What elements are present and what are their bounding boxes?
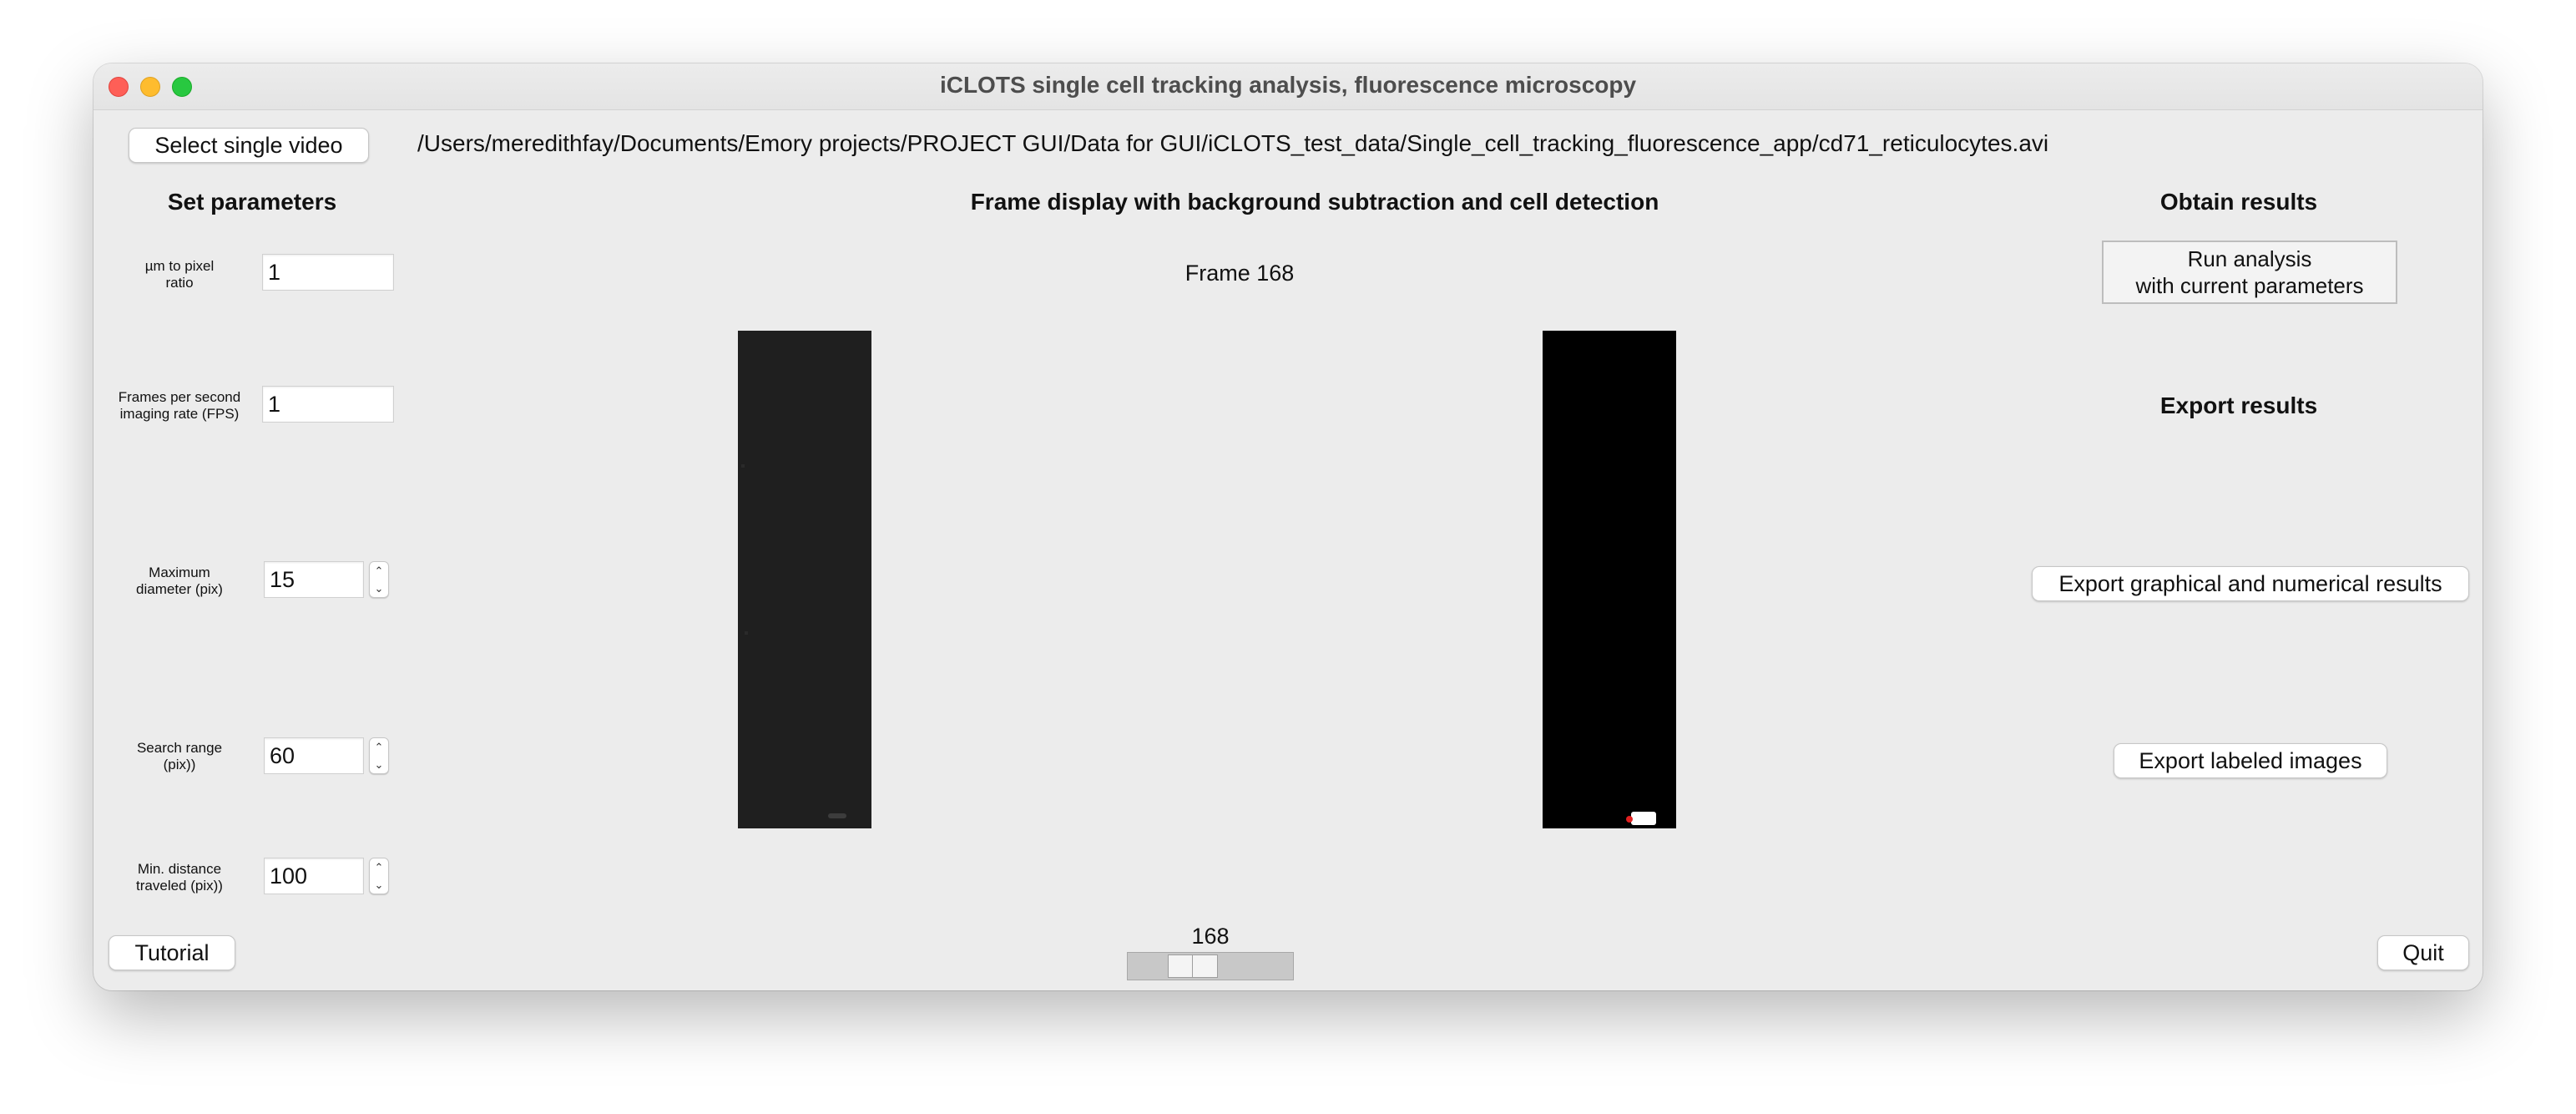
search-range-stepper[interactable]: ⌃ ⌄: [369, 737, 389, 774]
min-distance-input[interactable]: 100: [264, 858, 364, 894]
um-to-pixel-input[interactable]: 1: [262, 254, 394, 291]
frame-slider-handle[interactable]: [1168, 954, 1218, 978]
original-frame-image: [738, 331, 871, 828]
export-results-heading: Export results: [2159, 392, 2318, 418]
file-path-label: /Users/meredithfay/Documents/Emory proje…: [417, 130, 2049, 156]
chevron-up-icon[interactable]: ⌃: [375, 742, 384, 752]
chevron-up-icon[interactable]: ⌃: [375, 565, 384, 576]
min-distance-stepper[interactable]: ⌃ ⌄: [369, 858, 389, 894]
select-video-button[interactable]: Select single video: [129, 128, 369, 163]
frame-slider-value: 168: [1191, 924, 1230, 949]
run-analysis-button[interactable]: Run analysis with current parameters: [2102, 241, 2397, 304]
max-diameter-stepper[interactable]: ⌃ ⌄: [369, 561, 389, 598]
quit-button[interactable]: Quit: [2377, 935, 2469, 970]
obtain-results-heading: Obtain results: [2159, 189, 2318, 215]
chevron-down-icon[interactable]: ⌄: [375, 583, 384, 594]
chevron-down-icon[interactable]: ⌄: [375, 879, 384, 890]
export-labeled-images-button[interactable]: Export labeled images: [2114, 743, 2387, 778]
um-to-pixel-label: µm to pixel ratio: [144, 258, 215, 291]
export-graphical-numerical-button[interactable]: Export graphical and numerical results: [2032, 566, 2469, 601]
detected-frame-image: [1543, 331, 1676, 828]
detected-frame-svg: [1543, 331, 1676, 828]
frame-slider[interactable]: [1127, 952, 1294, 980]
set-parameters-heading: Set parameters: [167, 189, 337, 215]
max-diameter-label: Maximum diameter (pix): [136, 565, 223, 597]
window-title: iCLOTS single cell tracking analysis, fl…: [939, 72, 1637, 98]
frame-number-label: Frame 168: [1184, 261, 1295, 286]
fps-input[interactable]: 1: [262, 386, 394, 423]
chevron-down-icon[interactable]: ⌄: [375, 759, 384, 770]
min-distance-label: Min. distance traveled (pix)): [136, 861, 223, 894]
chevron-up-icon[interactable]: ⌃: [375, 862, 384, 873]
frame-display-heading: Frame display with background subtractio…: [970, 189, 1659, 215]
cell-blob: [828, 813, 846, 818]
detected-cell: [1631, 812, 1656, 825]
fps-label: Frames per second imaging rate (FPS): [118, 389, 241, 422]
original-frame-svg: [738, 331, 871, 828]
tutorial-button[interactable]: Tutorial: [109, 935, 235, 970]
title-bar: iCLOTS single cell tracking analysis, fl…: [93, 63, 2483, 110]
app-window: iCLOTS single cell tracking analysis, fl…: [93, 63, 2483, 990]
max-diameter-input[interactable]: 15: [264, 561, 364, 598]
detection-marker: [1626, 816, 1633, 823]
search-range-input[interactable]: 60: [264, 737, 364, 774]
search-range-label: Search range (pix)): [136, 740, 223, 772]
